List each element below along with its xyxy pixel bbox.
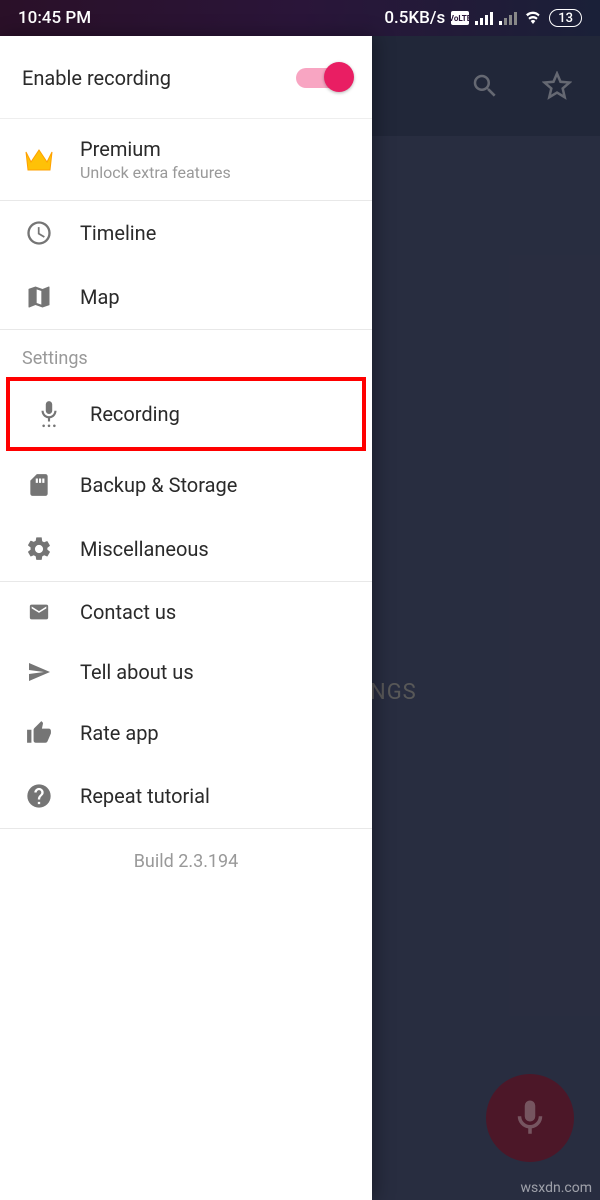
mail-icon — [22, 601, 56, 623]
record-fab[interactable] — [486, 1074, 574, 1162]
search-icon[interactable] — [470, 71, 500, 101]
drawer-item-recording[interactable]: Recording — [10, 381, 362, 447]
drawer-item-contact[interactable]: Contact us — [0, 582, 372, 642]
recording-label: Recording — [90, 402, 180, 426]
tell-label: Tell about us — [80, 660, 194, 684]
build-version: Build 2.3.194 — [0, 829, 372, 894]
settings-header: Settings — [0, 330, 372, 375]
wifi-icon — [523, 10, 543, 26]
map-label: Map — [80, 285, 120, 309]
premium-title: Premium — [80, 137, 231, 161]
watermark: wsxdn.com — [521, 1180, 592, 1196]
mic-settings-icon — [32, 399, 66, 429]
enable-recording-row[interactable]: Enable recording — [0, 36, 372, 119]
status-bar: 10:45 PM 0.5KB/s VoLTE 13 — [0, 0, 600, 36]
drawer-item-misc[interactable]: Miscellaneous — [0, 517, 372, 581]
drawer-item-timeline[interactable]: Timeline — [0, 201, 372, 265]
misc-label: Miscellaneous — [80, 537, 209, 561]
enable-recording-label: Enable recording — [22, 66, 171, 90]
drawer-item-tutorial[interactable]: Repeat tutorial — [0, 764, 372, 828]
drawer-item-map[interactable]: Map — [0, 265, 372, 329]
drawer-item-premium[interactable]: Premium Unlock extra features — [0, 119, 372, 200]
gear-icon — [22, 535, 56, 563]
network-speed: 0.5KB/s — [384, 8, 445, 28]
signal-icon — [475, 11, 493, 25]
battery-icon: 13 — [549, 9, 582, 27]
enable-recording-toggle[interactable] — [296, 68, 350, 88]
sd-card-icon — [22, 471, 56, 499]
tutorial-label: Repeat tutorial — [80, 784, 210, 808]
contact-label: Contact us — [80, 600, 176, 624]
crown-icon — [22, 146, 56, 174]
bg-partial-text: NGS — [370, 680, 417, 705]
status-icons: 0.5KB/s VoLTE 13 — [384, 8, 582, 28]
clock-icon — [22, 219, 56, 247]
signal-2-icon — [499, 11, 517, 25]
microphone-icon — [509, 1097, 551, 1139]
timeline-label: Timeline — [80, 221, 156, 245]
status-time: 10:45 PM — [18, 8, 91, 28]
premium-subtitle: Unlock extra features — [80, 163, 231, 182]
drawer-item-rate[interactable]: Rate app — [0, 702, 372, 764]
thumb-up-icon — [22, 720, 56, 746]
drawer-item-backup[interactable]: Backup & Storage — [0, 453, 372, 517]
star-icon[interactable] — [542, 71, 572, 101]
svg-text:VoLTE: VoLTE — [451, 14, 469, 23]
highlight-annotation: Recording — [6, 377, 366, 451]
rate-label: Rate app — [80, 721, 159, 745]
volte-icon: VoLTE — [451, 11, 469, 25]
backup-label: Backup & Storage — [80, 473, 237, 497]
help-icon — [22, 782, 56, 810]
map-icon — [22, 283, 56, 311]
send-icon — [22, 660, 56, 684]
drawer-item-tell[interactable]: Tell about us — [0, 642, 372, 702]
nav-drawer: Enable recording Premium Unlock extra fe… — [0, 36, 372, 1200]
